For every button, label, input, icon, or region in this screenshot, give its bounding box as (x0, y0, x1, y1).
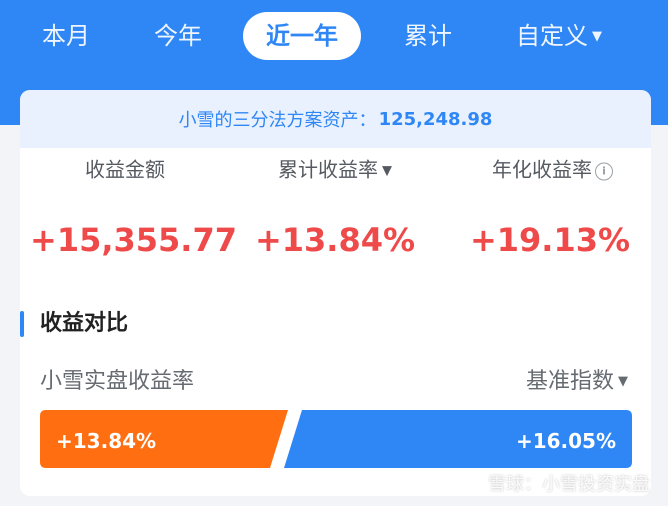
benchmark-return-value: +16.05% (515, 429, 616, 453)
caret-down-icon[interactable]: ▼ (382, 164, 392, 179)
benchmark-selector[interactable]: 基准指数 ▼ (526, 367, 628, 397)
snowball-logo-icon (462, 473, 482, 493)
portfolio-return-label: 小雪实盘收益率 (40, 369, 195, 394)
tab-this-year[interactable]: 今年 (142, 12, 214, 60)
tab-label: 本月 (42, 22, 90, 50)
watermark: 雪球：小雪投资实盘 (462, 470, 650, 496)
asset-summary: 小雪的三分法方案资产： 125,248.98 (20, 90, 651, 148)
watermark-text: 雪球：小雪投资实盘 (488, 474, 650, 495)
tab-label: 今年 (154, 22, 202, 50)
portfolio-return-value: +13.84% (56, 429, 157, 453)
metric-cumulative-return-value: +13.84% (254, 221, 416, 259)
section-accent-bar (20, 311, 24, 337)
metric-annualized-return-value: +19.13% (469, 221, 631, 259)
period-tabs: 本月 今年 近一年 累计 自定义 ▼ (0, 0, 668, 74)
metric-profit-amount-label: 收益金额 (85, 157, 165, 182)
asset-value: 125,248.98 (378, 108, 493, 130)
tab-last-year[interactable]: 近一年 (243, 12, 361, 60)
metric-profit-amount-value: +15,355.77 (30, 221, 237, 259)
tab-custom[interactable]: 自定义 ▼ (505, 12, 613, 60)
tab-label: 累计 (404, 22, 452, 50)
tab-cumulative[interactable]: 累计 (392, 12, 464, 60)
caret-down-icon: ▼ (592, 29, 602, 44)
metric-cumulative-return-label[interactable]: 累计收益率 ▼ (250, 154, 420, 183)
tab-this-month[interactable]: 本月 (30, 12, 102, 60)
benchmark-label: 基准指数 (525, 369, 614, 394)
tab-label: 自定义 (516, 22, 588, 50)
metric-annualized-return-label: 年化收益率 i (465, 154, 640, 183)
caret-down-icon: ▼ (618, 374, 628, 389)
asset-label: 小雪的三分法方案资产： (178, 110, 377, 131)
section-title: 收益对比 (40, 311, 129, 336)
tab-label: 近一年 (266, 22, 338, 50)
info-icon[interactable]: i (595, 162, 613, 180)
